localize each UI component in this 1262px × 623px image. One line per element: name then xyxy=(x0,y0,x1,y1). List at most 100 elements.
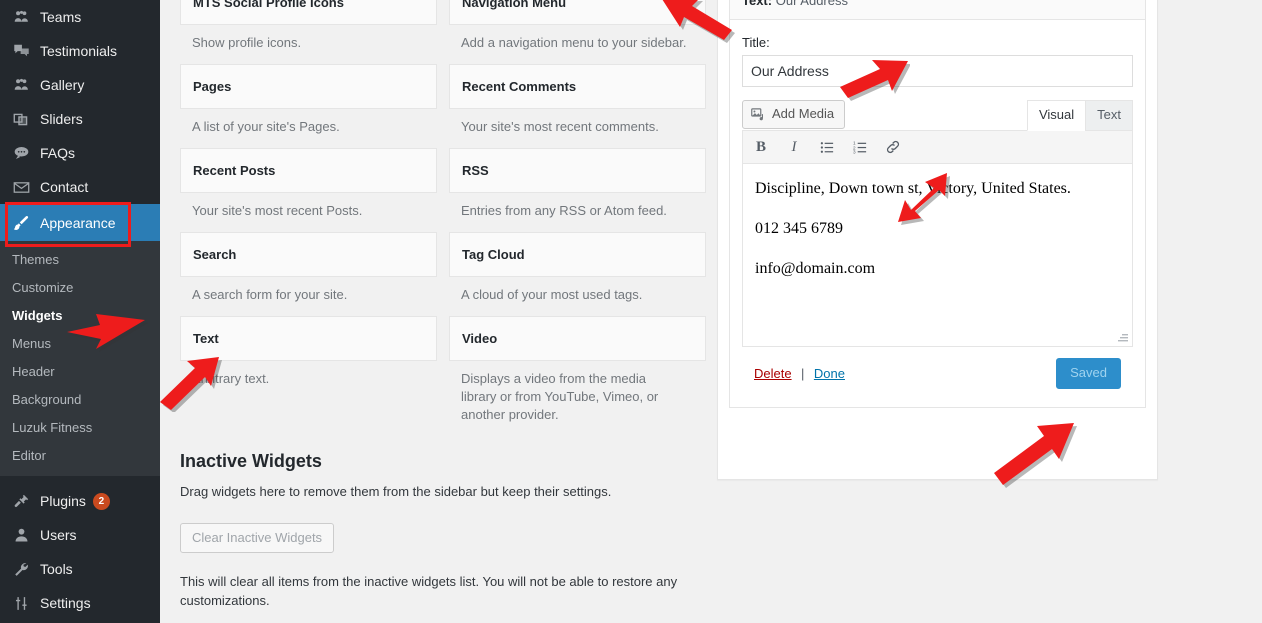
resize-handle-icon[interactable] xyxy=(1115,331,1129,343)
sidebar-item-customize[interactable]: Customize xyxy=(0,274,160,302)
sidebar-item-sliders[interactable]: Sliders xyxy=(0,102,160,136)
users-group-icon xyxy=(11,7,31,27)
widget-card-navigation-menu[interactable]: Navigation Menu xyxy=(449,0,706,25)
media-icon xyxy=(751,107,766,122)
widget-card-tag-cloud[interactable]: Tag Cloud xyxy=(449,232,706,277)
appearance-submenu: Themes Customize Widgets Menus Header Ba… xyxy=(0,241,160,476)
link-icon[interactable] xyxy=(883,137,903,157)
add-media-label: Add Media xyxy=(772,106,835,121)
formatting-toolbar: B I 123 xyxy=(743,131,1132,164)
sidebar-item-label: Tools xyxy=(40,561,73,577)
sidebar-item-luzuk-fitness[interactable]: Luzuk Fitness xyxy=(0,414,160,442)
text-widget-header-prefix: Text: xyxy=(742,0,773,8)
rich-text-editor: B I 123 Discipline, Down town st, Victor… xyxy=(742,130,1133,347)
widget-description: A list of your site's Pages. xyxy=(192,119,340,134)
inactive-widgets-note: This will clear all items from the inact… xyxy=(180,574,678,608)
widget-description: A search form for your site. xyxy=(192,287,348,302)
widget-card-search[interactable]: Search xyxy=(180,232,437,277)
sidebar-widget-area: Text: Our Address Title: Add Media xyxy=(717,0,1158,480)
speech-bubbles-icon xyxy=(11,41,31,61)
widget-card-video[interactable]: Video xyxy=(449,316,706,361)
widget-card-recent-posts[interactable]: Recent Posts xyxy=(180,148,437,193)
sidebar-item-label: Settings xyxy=(40,595,91,611)
available-widgets-column-left: MTS Social Profile Icons Show profile ic… xyxy=(180,0,437,400)
italic-icon[interactable]: I xyxy=(784,137,804,157)
sidebar-item-plugins[interactable]: Plugins 2 xyxy=(0,484,160,518)
editor-mode-tabs: Visual Text xyxy=(1026,100,1133,131)
save-button[interactable]: Saved xyxy=(1056,358,1121,389)
widget-description: Show profile icons. xyxy=(192,35,302,50)
sidebar-item-editor[interactable]: Editor xyxy=(0,442,160,470)
sliders-icon xyxy=(11,593,31,613)
inactive-widgets-section: Inactive Widgets Drag widgets here to re… xyxy=(180,450,740,610)
widget-card-mts-social-profile-icons[interactable]: MTS Social Profile Icons xyxy=(180,0,437,25)
tab-visual[interactable]: Visual xyxy=(1026,100,1087,131)
users-group-icon xyxy=(11,75,31,95)
sidebar-item-label: Contact xyxy=(40,179,89,195)
editor-toolbar-row: Add Media Visual Text xyxy=(742,100,1133,131)
sidebar-item-appearance[interactable]: Appearance xyxy=(0,204,168,241)
editor-content-area[interactable]: Discipline, Down town st, Victory, Unite… xyxy=(743,164,1132,346)
text-widget-header-title: Our Address xyxy=(775,0,848,8)
sidebar-item-menus[interactable]: Menus xyxy=(0,330,160,358)
numbered-list-icon[interactable]: 123 xyxy=(850,137,870,157)
sidebar-item-tools[interactable]: Tools xyxy=(0,552,160,586)
sidebar-item-label: Teams xyxy=(40,9,82,25)
text-widget-header[interactable]: Text: Our Address xyxy=(730,0,1145,20)
widget-description: A cloud of your most used tags. xyxy=(461,287,643,302)
plugins-update-badge: 2 xyxy=(92,492,110,510)
add-media-button[interactable]: Add Media xyxy=(742,100,846,129)
editor-paragraph: Discipline, Down town st, Victory, Unite… xyxy=(755,180,1071,197)
widget-description: Your site's most recent comments. xyxy=(461,119,659,134)
widget-title-input[interactable] xyxy=(742,55,1133,87)
sidebar-item-label: Appearance xyxy=(40,214,116,231)
svg-text:3: 3 xyxy=(853,149,856,154)
footer-links: Delete | Done xyxy=(754,365,845,383)
admin-sidebar: Teams Testimonials Gallery Sliders FAQs … xyxy=(0,0,168,623)
sidebar-item-testimonials[interactable]: Testimonials xyxy=(0,34,160,68)
widget-card-rss[interactable]: RSS xyxy=(449,148,706,193)
widget-card-text[interactable]: Text xyxy=(180,316,437,361)
tab-text[interactable]: Text xyxy=(1085,100,1133,131)
sidebar-item-background[interactable]: Background xyxy=(0,386,160,414)
widget-card-recent-comments[interactable]: Recent Comments xyxy=(449,64,706,109)
sidebar-item-label: Plugins xyxy=(40,493,86,509)
sidebar-item-settings[interactable]: Settings xyxy=(0,586,160,620)
wrench-icon xyxy=(11,559,31,579)
sidebar-item-contact[interactable]: Contact xyxy=(0,170,160,204)
envelope-icon xyxy=(11,177,31,197)
widget-card-pages[interactable]: Pages xyxy=(180,64,437,109)
done-link[interactable]: Done xyxy=(814,366,845,381)
text-widget-body: Title: Add Media Visual Text xyxy=(730,20,1145,407)
clear-inactive-widgets-button[interactable]: Clear Inactive Widgets xyxy=(180,523,335,553)
bold-icon[interactable]: B xyxy=(751,137,771,157)
sidebar-item-label: Testimonials xyxy=(40,43,118,59)
sidebar-item-faqs[interactable]: FAQs xyxy=(0,136,160,170)
sidebar-item-label: Sliders xyxy=(40,111,83,127)
menu-separator xyxy=(0,476,160,484)
slides-icon xyxy=(11,109,31,129)
sidebar-item-themes[interactable]: Themes xyxy=(0,246,160,274)
inactive-widgets-title: Inactive Widgets xyxy=(180,451,322,471)
title-field-label: Title: xyxy=(742,35,770,50)
delete-link[interactable]: Delete xyxy=(754,366,792,381)
available-widgets-column-right: Navigation Menu Add a navigation menu to… xyxy=(449,0,706,436)
widget-description: Displays a video from the media library … xyxy=(461,371,659,422)
sidebar-item-header[interactable]: Header xyxy=(0,358,160,386)
sidebar-item-widgets[interactable]: Widgets xyxy=(0,302,160,330)
editor-paragraph: info@domain.com xyxy=(755,260,876,277)
paintbrush-icon xyxy=(11,213,31,233)
widget-description: Add a navigation menu to your sidebar. xyxy=(461,35,687,50)
comment-bubble-icon xyxy=(11,143,31,163)
sidebar-item-label: Users xyxy=(40,527,77,543)
sidebar-item-gallery[interactable]: Gallery xyxy=(0,68,160,102)
bulleted-list-icon[interactable] xyxy=(817,137,837,157)
widget-description: Entries from any RSS or Atom feed. xyxy=(461,203,667,218)
editor-paragraph: 012 345 6789 xyxy=(755,220,843,237)
sidebar-item-label: Gallery xyxy=(40,77,85,93)
sidebar-item-users[interactable]: Users xyxy=(0,518,160,552)
sidebar-item-teams[interactable]: Teams xyxy=(0,0,160,34)
user-icon xyxy=(11,525,31,545)
plug-icon xyxy=(11,491,31,511)
sidebar-item-label: FAQs xyxy=(40,145,76,161)
